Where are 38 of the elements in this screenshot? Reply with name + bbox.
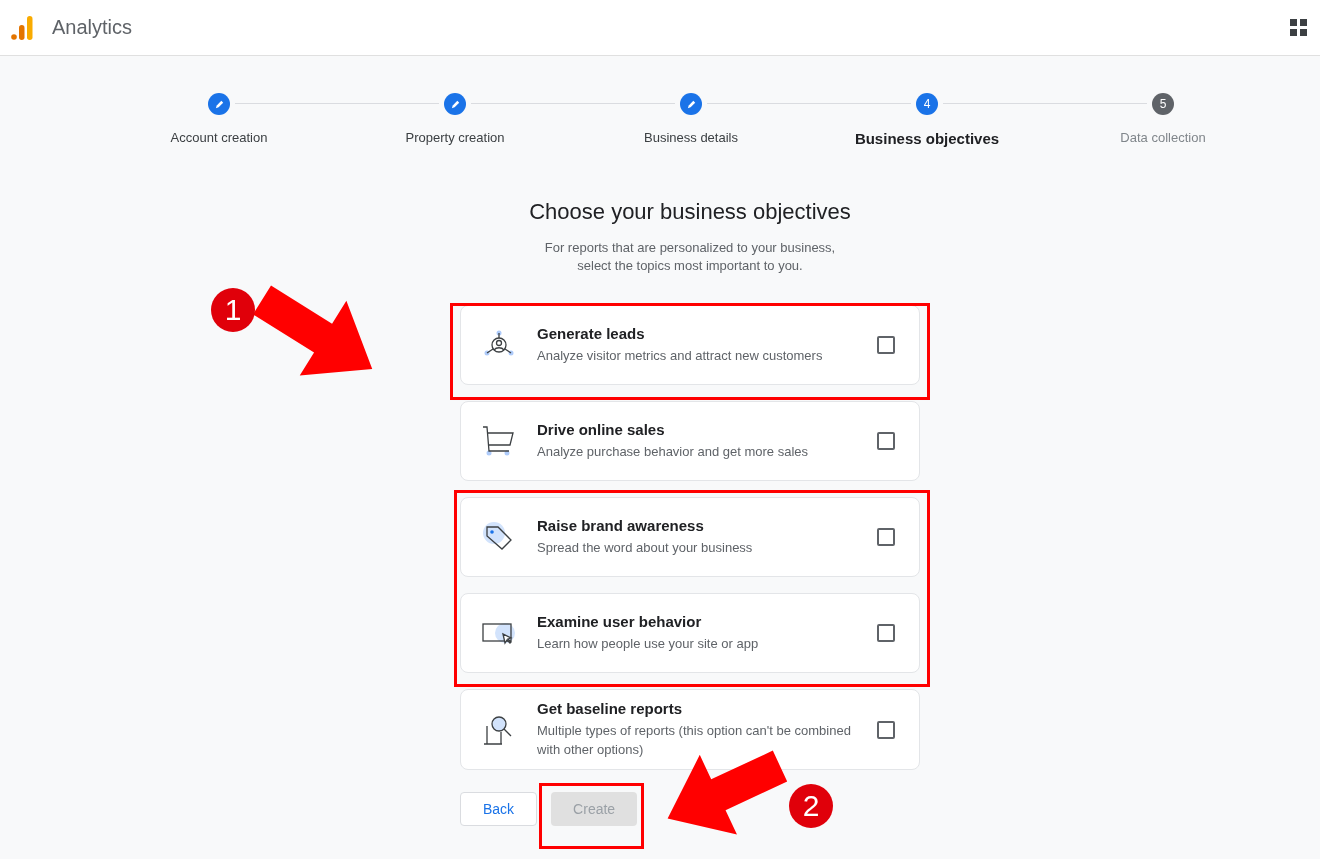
pencil-icon xyxy=(213,98,225,110)
objective-title: Drive online sales xyxy=(537,421,666,438)
apps-grid-icon[interactable] xyxy=(1290,18,1308,37)
step-indicator: 4 xyxy=(916,93,938,115)
number-marker: 2 xyxy=(789,784,833,828)
number-marker: 1 xyxy=(211,288,255,332)
step-label: Business details xyxy=(644,130,738,145)
objective-card[interactable]: Raise brand awareness Spread the word about your business xyxy=(460,497,920,577)
back-button[interactable]: Back xyxy=(460,792,538,826)
step-label: Business objectives xyxy=(854,130,1000,147)
page-heading: Choose your business objectives xyxy=(529,199,851,225)
objective-card[interactable]: Get baseline reports Multiple types of reports (this option can't be combined with other options) xyxy=(460,689,920,770)
checkbox[interactable] xyxy=(877,336,895,354)
objective-description: Analyze visitor metrics and attract new customers xyxy=(537,347,824,365)
checkbox[interactable] xyxy=(877,624,895,642)
objective-title: Raise brand awareness xyxy=(537,517,705,534)
pencil-icon xyxy=(449,98,461,110)
objective-title: Examine user behavior xyxy=(537,613,703,630)
step-label: Data collection xyxy=(1120,130,1206,145)
checkbox[interactable] xyxy=(877,528,895,546)
objective-card[interactable]: Generate leads Analyze visitor metrics and attract new customers xyxy=(460,305,920,385)
step-label: Account creation xyxy=(170,130,268,145)
objective-description: Learn how people use your site or app xyxy=(537,635,760,653)
objective-description: Multiple types of reports (this option can't be combined with other options) xyxy=(537,722,852,759)
bar-chart-logo-icon xyxy=(10,14,36,41)
app-title: Analytics xyxy=(52,16,133,39)
pencil-icon xyxy=(685,98,697,110)
objective-title: Generate leads xyxy=(537,325,646,342)
objective-description: Analyze purchase behavior and get more sales xyxy=(537,443,809,461)
objective-title: Get baseline reports xyxy=(537,700,684,717)
checkbox[interactable] xyxy=(877,720,895,739)
checkbox[interactable] xyxy=(877,432,895,450)
page-subtitle: For reports that are personalized to your business, select the topics most important to you. xyxy=(544,239,836,275)
step-indicator: 5 xyxy=(1152,93,1174,115)
step-label: Property creation xyxy=(405,130,505,145)
objective-card[interactable]: Drive online sales Analyze purchase behavior and get more sales xyxy=(460,401,920,481)
objective-description: Spread the word about your business xyxy=(537,539,754,557)
objective-card[interactable]: Examine user behavior Learn how people use your site or app xyxy=(460,593,920,673)
